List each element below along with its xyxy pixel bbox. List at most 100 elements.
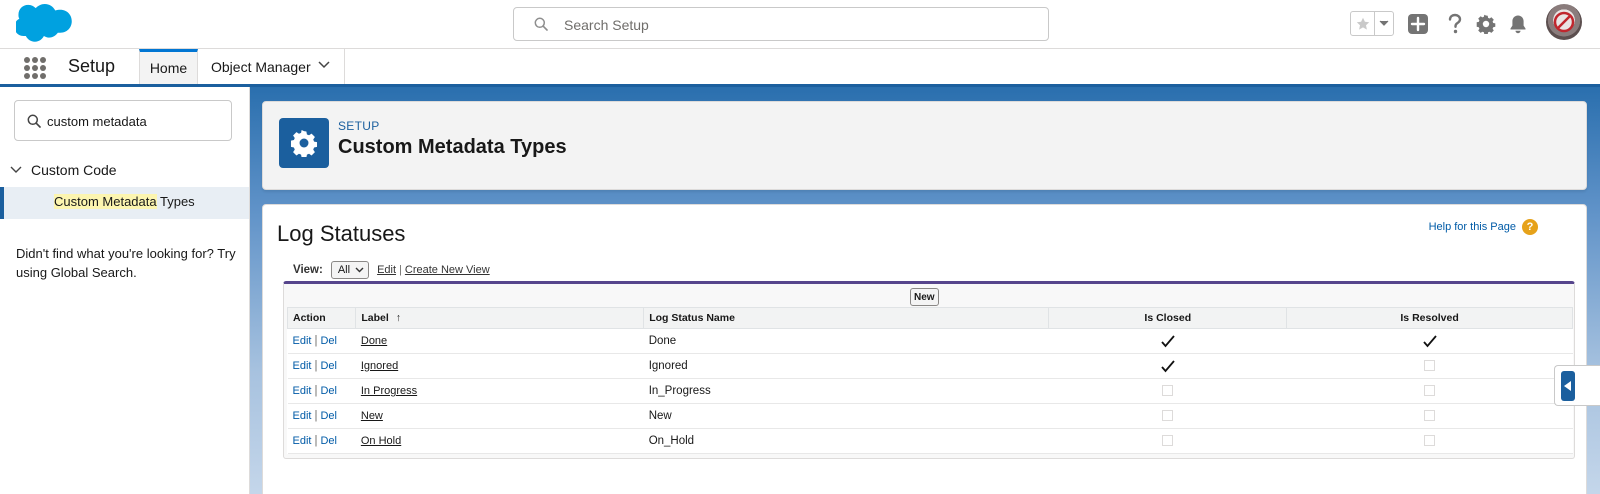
chevron-down-icon[interactable] [10, 166, 22, 174]
cell-label: New [355, 403, 644, 429]
content-card: Log Statuses Help for this Page ? View: … [262, 204, 1587, 494]
context-bar: Setup Home Object Manager [0, 49, 1600, 87]
row-edit-link[interactable]: Edit [293, 385, 312, 397]
row-delete-link[interactable]: Del [320, 360, 337, 372]
row-edit-link[interactable]: Edit [293, 360, 312, 372]
separator: | [314, 435, 318, 447]
row-actions: Edit | Del [287, 353, 356, 379]
search-icon [534, 17, 548, 31]
view-select-value: All [337, 264, 351, 276]
unchecked-box [1162, 435, 1174, 447]
star-icon[interactable] [1351, 12, 1375, 35]
cell-label: Done [355, 328, 644, 354]
help-icon[interactable] [1443, 12, 1467, 36]
tree-item-label-rest: Types [156, 194, 195, 209]
chevron-down-icon[interactable] [318, 61, 330, 69]
column-header-is-resolved: Is Resolved [1286, 307, 1573, 329]
unchecked-box [1424, 385, 1436, 397]
favorites-control[interactable] [1350, 11, 1394, 36]
row-delete-link[interactable]: Del [320, 385, 337, 397]
page-title: Custom Metadata Types [338, 136, 567, 158]
gear-icon[interactable] [1474, 12, 1498, 36]
cell-is-resolved [1286, 353, 1573, 379]
collapse-panel-handle[interactable] [1554, 365, 1600, 406]
setup-sidebar: Custom Code Custom Metadata Types Didn't… [0, 87, 250, 494]
edit-view-link[interactable]: Edit [377, 264, 396, 276]
column-header-label-text[interactable]: Label [361, 312, 388, 324]
cell-label: On Hold [355, 428, 644, 454]
table-header-row: Action Label ↑ Log Status Name Is Closed… [286, 307, 1573, 329]
tree-item-label[interactable]: Custom Metadata Types [54, 194, 195, 209]
table-row: Edit | Del Done Done [287, 328, 1573, 354]
cell-log-status-name: Done [643, 328, 1049, 354]
separator: | [314, 410, 318, 422]
row-delete-link[interactable]: Del [320, 335, 337, 347]
row-delete-link[interactable]: Del [320, 410, 337, 422]
record-label-link[interactable]: New [361, 410, 383, 422]
chevron-left-icon[interactable] [1561, 371, 1575, 401]
quick-find-input[interactable] [47, 111, 222, 131]
quick-find[interactable] [14, 100, 232, 141]
row-actions: Edit | Del [287, 403, 356, 429]
sort-ascending-icon[interactable]: ↑ [396, 312, 401, 324]
unchecked-box [1424, 410, 1436, 422]
record-label-link[interactable]: On Hold [361, 435, 401, 447]
row-actions: Edit | Del [287, 378, 356, 404]
cell-log-status-name: Ignored [643, 353, 1049, 379]
add-icon[interactable] [1406, 12, 1430, 36]
global-header [0, 0, 1600, 49]
help-link[interactable]: Help for this Page ? [1429, 219, 1538, 235]
search-setup-input[interactable] [564, 15, 1034, 35]
record-label-link[interactable]: In Progress [361, 385, 417, 397]
cell-is-closed [1048, 353, 1287, 379]
tab-object-manager[interactable]: Object Manager [198, 49, 345, 84]
checked-icon [1161, 359, 1175, 372]
cell-is-resolved [1286, 328, 1573, 354]
checked-icon [1422, 334, 1437, 347]
cell-is-closed [1048, 403, 1287, 429]
column-header-is-closed: Is Closed [1048, 307, 1288, 329]
unchecked-box [1162, 385, 1174, 397]
app-launcher-icon[interactable] [24, 57, 46, 79]
tab-object-manager-label: Object Manager [211, 58, 311, 75]
row-delete-link[interactable]: Del [320, 435, 337, 447]
list-heading: Log Statuses [277, 221, 406, 246]
chevron-down-icon[interactable] [1375, 12, 1393, 35]
row-edit-link[interactable]: Edit [293, 410, 312, 422]
view-select[interactable]: All [330, 261, 370, 279]
not-found-message: Didn't find what you're looking for? Try… [16, 246, 236, 280]
record-label-link[interactable]: Done [361, 335, 387, 347]
search-icon [27, 114, 41, 128]
cell-is-closed [1048, 378, 1287, 404]
user-avatar[interactable] [1546, 4, 1582, 40]
row-edit-link[interactable]: Edit [293, 335, 312, 347]
bell-icon[interactable] [1506, 12, 1530, 36]
row-edit-link[interactable]: Edit [293, 435, 312, 447]
salesforce-logo[interactable] [16, 4, 74, 44]
table-row: Edit | Del Ignored Ignored [287, 353, 1573, 379]
cell-is-resolved [1286, 428, 1573, 454]
table-row: Edit | Del In Progress In_Progress [287, 378, 1573, 404]
tab-home-label: Home [149, 60, 188, 76]
cell-is-resolved [1286, 403, 1573, 429]
tree-item-custom-metadata-types[interactable]: Custom Metadata Types [0, 187, 249, 219]
row-actions: Edit | Del [287, 428, 356, 454]
record-label-link[interactable]: Ignored [361, 360, 398, 372]
column-header-label[interactable]: Label ↑ [355, 307, 645, 329]
page-header: SETUP Custom Metadata Types [262, 101, 1587, 190]
breadcrumb[interactable]: SETUP [338, 119, 380, 133]
create-new-view-link[interactable]: Create New View [405, 264, 490, 276]
global-search[interactable] [513, 7, 1049, 41]
tree-section-custom-code[interactable]: Custom Code [10, 160, 117, 180]
table-row: Edit | Del On Hold On_Hold [287, 428, 1573, 454]
help-link-label[interactable]: Help for this Page [1429, 221, 1516, 233]
new-button[interactable]: New [910, 288, 939, 306]
view-selector: View: All Edit | Create New View [293, 261, 490, 279]
unchecked-box [1424, 435, 1436, 447]
view-label: View: [293, 264, 323, 276]
cell-is-closed [1048, 428, 1287, 454]
separator: | [314, 360, 318, 372]
help-icon[interactable]: ? [1522, 219, 1538, 235]
separator: | [314, 335, 318, 347]
tab-home[interactable]: Home [139, 49, 198, 84]
